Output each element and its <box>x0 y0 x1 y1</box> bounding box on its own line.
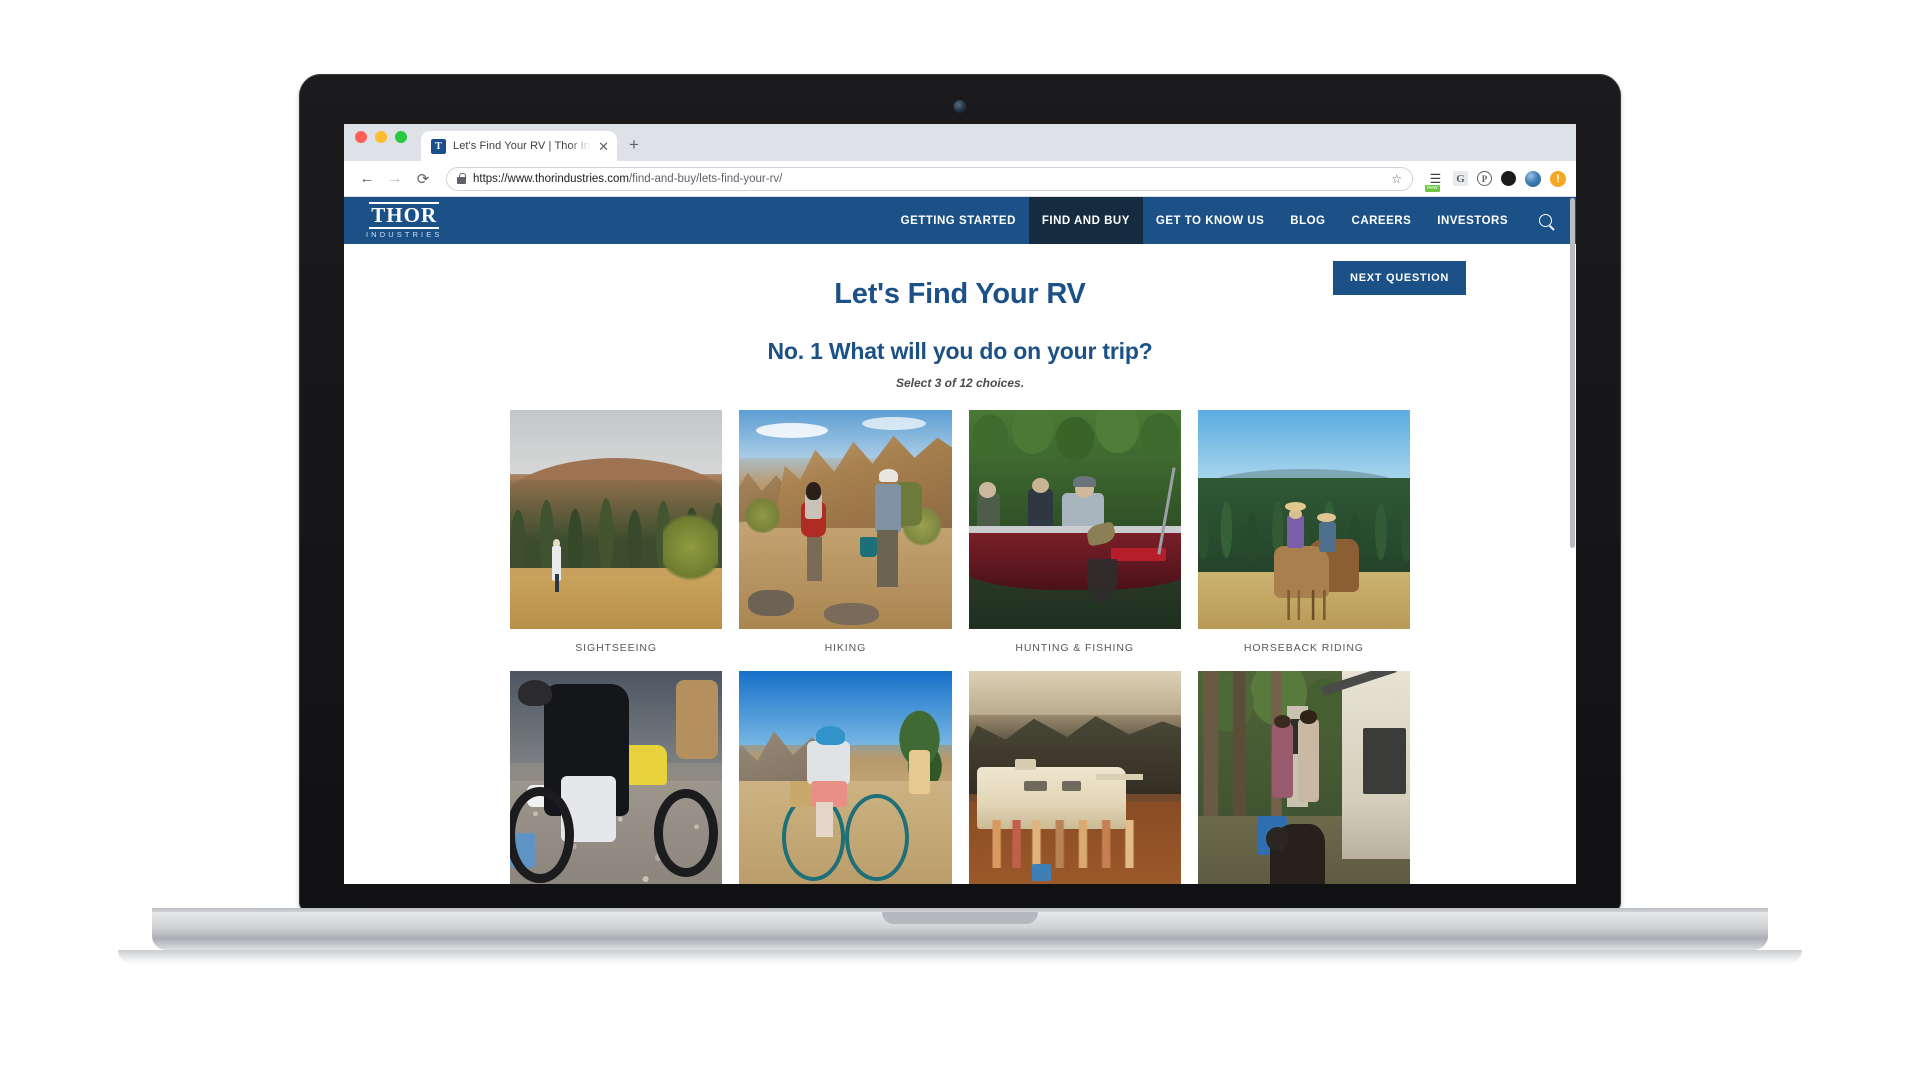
extension-badge: new <box>1425 185 1440 192</box>
site-search-button[interactable] <box>1521 197 1576 244</box>
choice-label: SIGHTSEEING <box>575 642 657 654</box>
browser-toolbar: ← → ⟳ https://www.thorindustries.com/fin… <box>344 161 1576 197</box>
laptop-screen: Let's Find Your RV | Thor Indus ✕ + ← → … <box>344 124 1576 884</box>
address-bar[interactable]: https://www.thorindustries.com/find-and-… <box>446 166 1413 191</box>
webcam-icon <box>953 100 967 113</box>
nav-item-careers[interactable]: CAREERS <box>1339 197 1425 244</box>
url-text: https://www.thorindustries.com/find-and-… <box>473 173 1384 185</box>
close-window-button[interactable] <box>355 131 367 143</box>
choice-image-sightseeing[interactable] <box>510 410 723 629</box>
site-nav-links: GETTING STARTED FIND AND BUY GET TO KNOW… <box>888 197 1576 244</box>
choice-label: HORSEBACK RIDING <box>1243 642 1364 654</box>
photo-hiking <box>739 410 952 629</box>
nav-item-get-to-know-us[interactable]: GET TO KNOW US <box>1143 197 1277 244</box>
url-origin: https://www.thorindustries.com <box>473 172 629 185</box>
pinterest-extension-icon[interactable]: P <box>1477 171 1492 186</box>
minimize-window-button[interactable] <box>375 131 387 143</box>
choice-grid: SIGHTSEEING HIKING HUNTING & FISHING HOR… <box>510 410 1410 884</box>
choice-image-rv-camping[interactable] <box>968 671 1181 884</box>
nav-item-getting-started[interactable]: GETTING STARTED <box>888 197 1029 244</box>
photo-dirt-biking <box>510 671 723 884</box>
url-path: /find-and-buy/lets-find-your-rv/ <box>628 172 783 185</box>
photo-horseback-riding <box>1197 410 1410 629</box>
logo-wordmark: THOR <box>369 202 440 230</box>
choice-card-sightseeing[interactable]: SIGHTSEEING <box>510 410 723 654</box>
quiz-question: No. 1 What will you do on your trip? <box>767 338 1153 364</box>
warning-update-icon[interactable]: ! <box>1550 170 1566 187</box>
photo-rv-camping <box>968 671 1181 884</box>
photo-biking <box>739 671 952 884</box>
choice-label: HUNTING & FISHING <box>1015 642 1134 654</box>
choice-card-hiking[interactable]: HIKING <box>739 410 952 654</box>
scrollbar-thumb[interactable] <box>1570 198 1575 548</box>
photo-hunting-fishing <box>968 410 1181 629</box>
choice-card-biking[interactable] <box>739 671 952 884</box>
browser-tabstrip: Let's Find Your RV | Thor Indus ✕ + <box>344 124 1576 161</box>
choice-card-campsite[interactable] <box>1197 671 1410 884</box>
quiz-section: NEXT QUESTION Let's Find Your RV No. 1 W… <box>344 244 1576 884</box>
site-header: THOR INDUSTRIES GETTING STARTED FIND AND… <box>344 197 1576 244</box>
thor-logo[interactable]: THOR INDUSTRIES <box>366 202 442 239</box>
browser-window: Let's Find Your RV | Thor Indus ✕ + ← → … <box>344 124 1576 884</box>
google-extension-icon[interactable]: G <box>1453 171 1468 186</box>
search-icon <box>1539 214 1552 227</box>
bookmark-star-icon[interactable]: ☆ <box>1391 172 1402 186</box>
dark-circle-extension-icon[interactable] <box>1501 171 1516 186</box>
back-button[interactable]: ← <box>354 166 380 192</box>
choice-image-campsite[interactable] <box>1197 671 1410 884</box>
choice-image-biking[interactable] <box>739 671 952 884</box>
page-scrollbar[interactable] <box>1569 197 1576 884</box>
maximize-window-button[interactable] <box>395 131 407 143</box>
choice-card-horseback-riding[interactable]: HORSEBACK RIDING <box>1197 410 1410 654</box>
next-question-button[interactable]: NEXT QUESTION <box>1333 261 1466 295</box>
quiz-instruction: Select 3 of 12 choices. <box>895 376 1025 390</box>
choice-image-horseback-riding[interactable] <box>1197 410 1410 629</box>
choice-label: HIKING <box>824 642 867 654</box>
shopping-cart-extension-icon[interactable]: ☰ new <box>1425 170 1444 192</box>
photo-campsite <box>1197 671 1410 884</box>
reload-button[interactable]: ⟳ <box>410 166 436 192</box>
nav-item-find-and-buy[interactable]: FIND AND BUY <box>1028 197 1143 244</box>
choice-image-hiking[interactable] <box>739 410 952 629</box>
profile-avatar-icon[interactable] <box>1525 170 1541 187</box>
choice-image-dirt-biking[interactable] <box>510 671 723 884</box>
choice-image-hunting-fishing[interactable] <box>968 410 1181 629</box>
logo-subtitle: INDUSTRIES <box>366 230 443 240</box>
screenshot-stage: Let's Find Your RV | Thor Indus ✕ + ← → … <box>0 0 1920 1080</box>
laptop-frame: Let's Find Your RV | Thor Indus ✕ + ← → … <box>299 74 1621 912</box>
lock-icon <box>457 172 466 184</box>
choice-card-rv-camping[interactable] <box>968 671 1181 884</box>
thor-favicon-icon <box>431 138 446 154</box>
nav-item-investors[interactable]: INVESTORS <box>1424 197 1521 244</box>
laptop-base-notch <box>882 912 1038 924</box>
tab-title: Let's Find Your RV | Thor Indus <box>453 140 591 152</box>
choice-card-dirt-biking[interactable] <box>510 671 723 884</box>
photo-sightseeing <box>510 410 723 629</box>
close-tab-icon[interactable]: ✕ <box>598 140 609 153</box>
extension-toolbar: ☰ new G P ! <box>1423 170 1566 192</box>
forward-button[interactable]: → <box>382 166 408 192</box>
window-controls <box>355 124 407 161</box>
new-tab-button[interactable]: + <box>629 135 639 161</box>
page-viewport: THOR INDUSTRIES GETTING STARTED FIND AND… <box>344 197 1576 884</box>
nav-item-blog[interactable]: BLOG <box>1277 197 1338 244</box>
choice-card-hunting-fishing[interactable]: HUNTING & FISHING <box>968 410 1181 654</box>
browser-tab[interactable]: Let's Find Your RV | Thor Indus ✕ <box>421 131 617 161</box>
laptop-foot <box>118 950 1802 964</box>
